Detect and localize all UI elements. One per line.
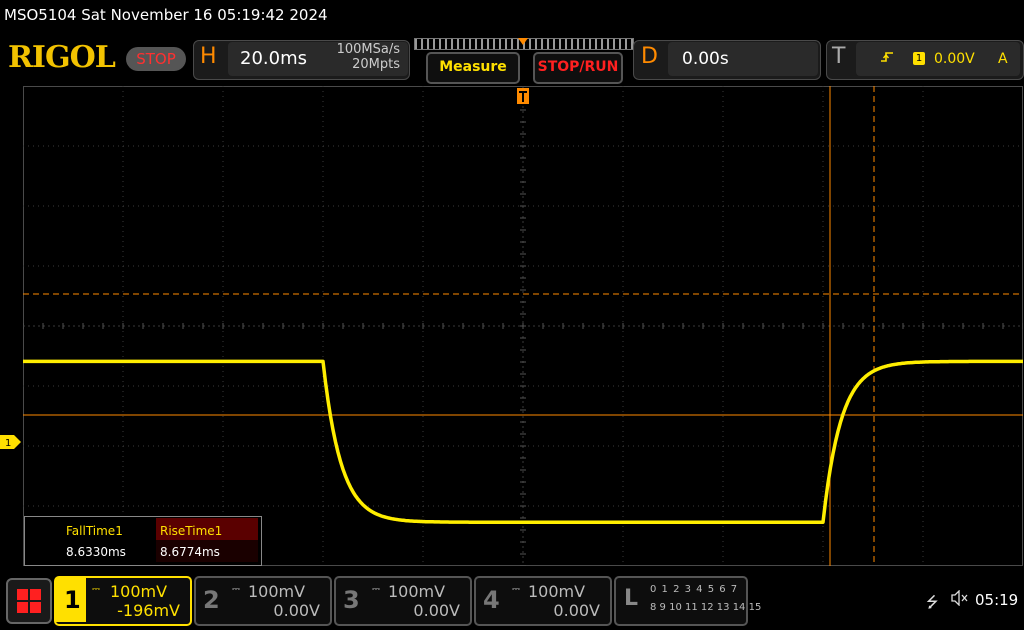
ch4-offset: 0.00V — [553, 601, 600, 620]
speaker-mute-icon[interactable] — [950, 589, 968, 610]
waveform-display[interactable] — [23, 86, 1023, 566]
delay-value: 0.00s — [682, 49, 729, 69]
timebase-value: 20.0ms — [240, 48, 307, 69]
ch1-scale: 100mV — [110, 582, 168, 601]
dc-coupling-icon: ⎓ — [372, 584, 380, 595]
rigol-logo: RIGOL — [8, 40, 116, 75]
trigger-mode: A — [998, 51, 1008, 67]
ch2-scale: 100mV — [248, 582, 306, 601]
fall-time-value: 8.6330ms — [66, 545, 126, 559]
measure-button[interactable]: Measure — [426, 52, 520, 84]
status-bar: MSO5104 Sat November 16 05:19:42 2024 — [0, 0, 1024, 32]
rising-edge-icon — [880, 50, 894, 68]
stop-run-button[interactable]: STOP/RUN — [533, 52, 623, 84]
ch1-offset: -196mV — [117, 601, 180, 620]
main-menu-button[interactable] — [6, 578, 52, 624]
memory-depth: 20Mpts — [352, 57, 400, 72]
device-datetime: MSO5104 Sat November 16 05:19:42 2024 — [4, 6, 328, 24]
ch4-number: 4 — [483, 586, 500, 614]
trigger-letter: T — [832, 44, 846, 69]
logic-letter: L — [624, 586, 639, 611]
ch2-number: 2 — [203, 586, 220, 614]
delay-letter: D — [641, 44, 658, 69]
logic-channels-row2: 8 9 10 11 12 13 14 15 — [650, 602, 762, 613]
rise-time-value: 8.6774ms — [160, 545, 220, 559]
ch3-scale: 100mV — [388, 582, 446, 601]
ch1-offset-marker[interactable]: 1 — [0, 435, 22, 449]
fall-time-label: FallTime1 — [66, 524, 123, 538]
sample-rate-info: 100MSa/s 20Mpts — [320, 42, 400, 72]
menu-grid-icon — [17, 589, 41, 613]
ch4-scale: 100mV — [528, 582, 586, 601]
usb-icon: ⭍ — [926, 593, 939, 611]
graticule — [23, 86, 1023, 566]
dc-coupling-icon: ⎓ — [232, 584, 240, 595]
ch1-number: 1 — [64, 586, 81, 614]
trigger-channel-badge: 1 — [913, 52, 925, 65]
trigger-time-marker — [517, 88, 529, 104]
ch3-offset: 0.00V — [413, 601, 460, 620]
ch2-offset: 0.00V — [273, 601, 320, 620]
dc-coupling-icon: ⎓ — [512, 584, 520, 595]
dc-coupling-icon: ⎓ — [92, 584, 100, 595]
ch1-marker-label: 1 — [5, 438, 11, 449]
trigger-position-marker — [518, 38, 528, 45]
clock: 05:19 — [975, 591, 1019, 609]
rise-time-label: RiseTime1 — [160, 524, 223, 538]
horizontal-letter: H — [200, 44, 217, 69]
logic-channels-row1: 0 1 2 3 4 5 6 7 — [650, 584, 739, 595]
trigger-level: 0.00V — [934, 51, 975, 67]
ch3-number: 3 — [343, 586, 360, 614]
run-state-badge[interactable]: STOP — [126, 47, 186, 71]
sample-rate: 100MSa/s — [336, 42, 400, 57]
